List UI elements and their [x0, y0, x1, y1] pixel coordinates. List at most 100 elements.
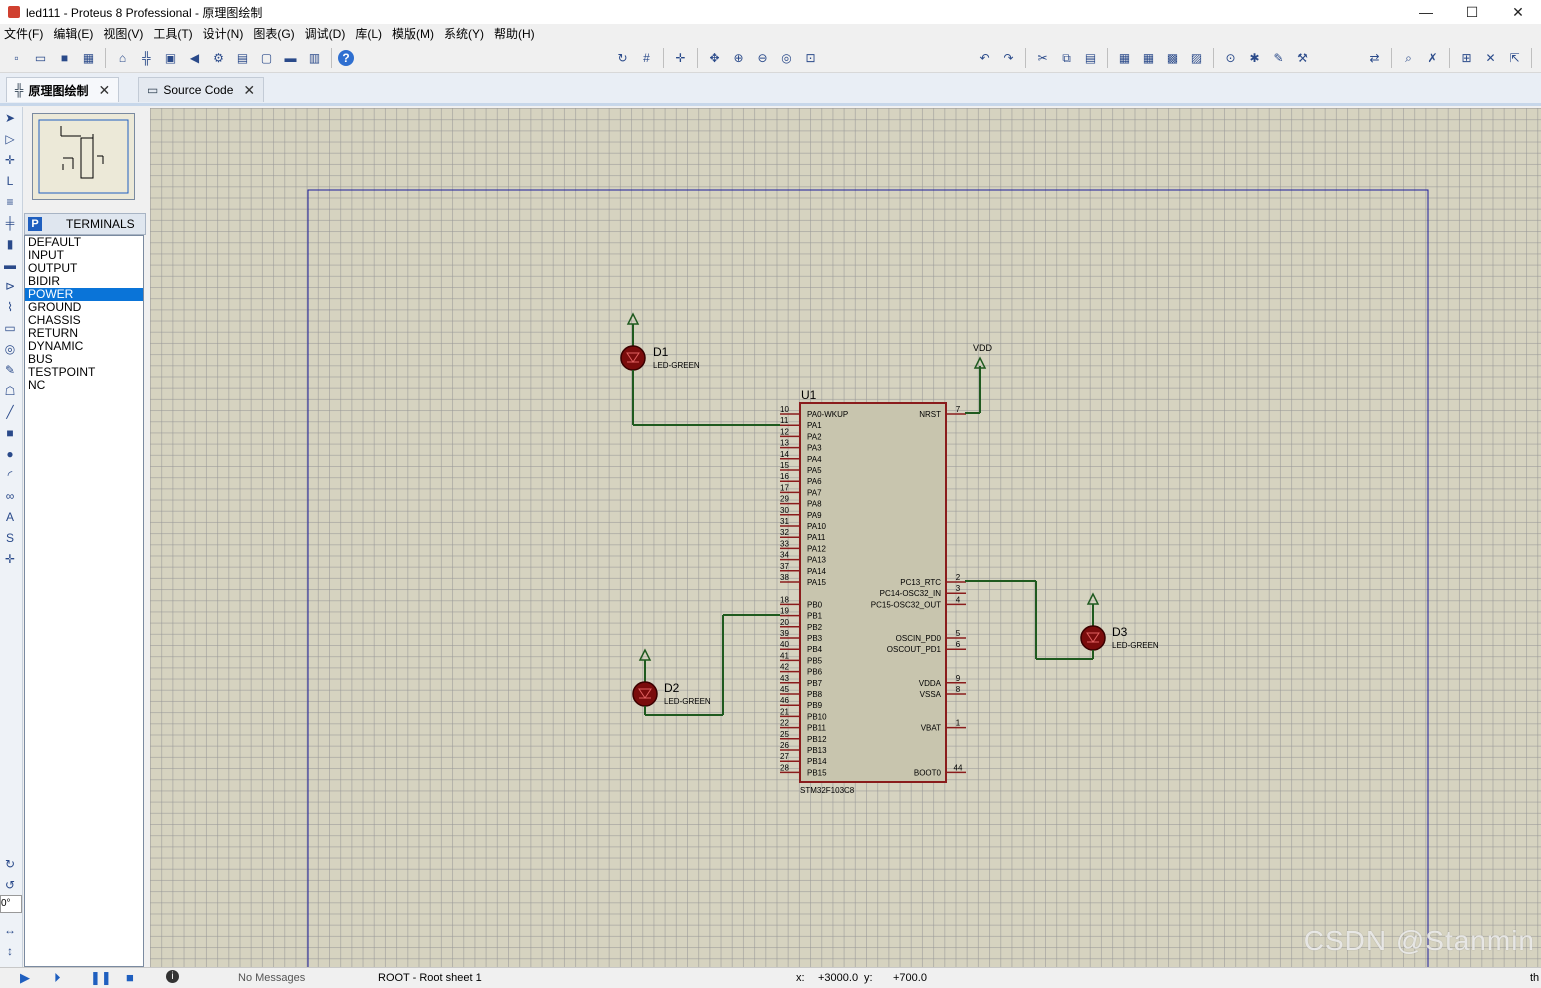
- new-sheet-icon[interactable]: ⊞: [1456, 48, 1477, 69]
- menu-tools[interactable]: 工具(T): [149, 24, 198, 44]
- source-code-icon[interactable]: ▢: [256, 48, 277, 69]
- text-2d-icon[interactable]: A: [0, 507, 20, 527]
- paste-icon[interactable]: ▤: [1080, 48, 1101, 69]
- overview-window[interactable]: [32, 113, 135, 200]
- led-d3[interactable]: D3 LED-GREEN: [965, 580, 1159, 660]
- bom-icon[interactable]: ▤: [232, 48, 253, 69]
- cut-icon[interactable]: ✂: [1032, 48, 1053, 69]
- device-pins-icon[interactable]: ⊳: [0, 276, 20, 296]
- redo-icon[interactable]: ↷: [998, 48, 1019, 69]
- pan-icon[interactable]: ✥: [704, 48, 725, 69]
- block-rotate-icon[interactable]: ▩: [1162, 48, 1183, 69]
- text-script-icon[interactable]: ≡: [0, 192, 20, 212]
- wire-autorouter-icon[interactable]: ⇄: [1364, 48, 1385, 69]
- generator-icon[interactable]: ◎: [0, 339, 20, 359]
- tape-recorder-icon[interactable]: ▭: [0, 318, 20, 338]
- schematic-canvas[interactable]: U1 STM32F103C8 10 PA0-WKUP 11 PA1 12 PA2 13 PA3…: [150, 108, 1541, 967]
- menu-file[interactable]: 文件(F): [0, 24, 49, 44]
- component-mode-icon[interactable]: ▷: [0, 129, 20, 149]
- path-2d-icon[interactable]: ∞: [0, 486, 20, 506]
- package-tool-icon[interactable]: ✎: [1268, 48, 1289, 69]
- zoom-all-icon[interactable]: ◎: [776, 48, 797, 69]
- led-d2[interactable]: D2 LED-GREEN: [632, 614, 780, 716]
- selection-mode-icon[interactable]: ➤: [0, 108, 20, 128]
- pick-device-icon[interactable]: ⊙: [1220, 48, 1241, 69]
- minimize-button[interactable]: —: [1403, 0, 1449, 24]
- step-simulation-icon[interactable]: ⏵: [54, 971, 68, 985]
- circle-2d-icon[interactable]: ●: [0, 444, 20, 464]
- tab-schematic-capture[interactable]: ╬ 原理图绘制 ✕: [6, 77, 120, 102]
- schematic-icon[interactable]: ╬: [136, 48, 157, 69]
- menu-design[interactable]: 设计(N): [199, 24, 250, 44]
- origin-icon[interactable]: ✛: [670, 48, 691, 69]
- search-icon[interactable]: ⌕: [1398, 48, 1419, 69]
- graph-mode-icon[interactable]: ⌇: [0, 297, 20, 317]
- info-icon[interactable]: i: [166, 970, 179, 983]
- subcircuit-icon[interactable]: ▮: [0, 234, 20, 254]
- grid-toggle-icon[interactable]: #: [636, 48, 657, 69]
- menu-debug[interactable]: 调试(D): [301, 24, 352, 44]
- voltage-probe-icon[interactable]: ✎: [0, 360, 20, 380]
- buses-icon[interactable]: ╪: [0, 213, 20, 233]
- vdd-power-terminal[interactable]: VDD: [965, 343, 993, 414]
- virtual-instruments-icon[interactable]: ☖: [0, 381, 20, 401]
- menu-system[interactable]: 系统(Y): [440, 24, 490, 44]
- block-delete-icon[interactable]: ▨: [1186, 48, 1207, 69]
- close-icon[interactable]: ✕: [243, 82, 255, 99]
- tab-source-code[interactable]: ▭ Source Code ✕: [138, 77, 265, 102]
- zoom-area-icon[interactable]: ⊡: [800, 48, 821, 69]
- menu-template[interactable]: 模版(M): [388, 24, 440, 44]
- menu-help[interactable]: 帮助(H): [490, 24, 541, 44]
- junction-dot-icon[interactable]: ✛: [0, 150, 20, 170]
- rotate-clockwise-icon[interactable]: ↻: [0, 854, 20, 874]
- stop-simulation-icon[interactable]: ■: [126, 971, 140, 985]
- copy-icon[interactable]: ⧉: [1056, 48, 1077, 69]
- design-explorer-icon[interactable]: ▬: [280, 48, 301, 69]
- notes-icon[interactable]: ▥: [304, 48, 325, 69]
- stm32-chip[interactable]: U1 STM32F103C8 10PA0-WKUP11PA112PA213PA3…: [780, 388, 966, 795]
- mirror-horizontal-icon[interactable]: ↔: [0, 920, 20, 940]
- menu-edit[interactable]: 编辑(E): [49, 24, 99, 44]
- terminals-mode-icon[interactable]: ▬: [0, 255, 20, 275]
- save-icon[interactable]: ■: [54, 48, 75, 69]
- rotate-anticlockwise-icon[interactable]: ↺: [0, 875, 20, 895]
- zoom-out-icon[interactable]: ⊖: [752, 48, 773, 69]
- rotation-angle-field[interactable]: 0°: [0, 895, 22, 913]
- menu-view[interactable]: 视图(V): [99, 24, 149, 44]
- close-icon[interactable]: ✕: [99, 82, 111, 99]
- marker-2d-icon[interactable]: ✛: [0, 549, 20, 569]
- messages-status[interactable]: No Messages: [238, 972, 305, 984]
- wire-label-icon[interactable]: L: [0, 171, 20, 191]
- help-icon[interactable]: ?: [338, 50, 354, 66]
- zoom-in-icon[interactable]: ⊕: [728, 48, 749, 69]
- 3d-viewer-icon[interactable]: ⚙: [208, 48, 229, 69]
- remove-sheet-icon[interactable]: ✕: [1480, 48, 1501, 69]
- make-device-icon[interactable]: ✱: [1244, 48, 1265, 69]
- terminal-item-nc[interactable]: NC: [25, 379, 143, 392]
- home-icon[interactable]: ⌂: [112, 48, 133, 69]
- menu-graph[interactable]: 图表(G): [249, 24, 300, 44]
- undo-icon[interactable]: ↶: [974, 48, 995, 69]
- gerber-icon[interactable]: ◀: [184, 48, 205, 69]
- property-tool-icon[interactable]: ✗: [1422, 48, 1443, 69]
- new-file-icon[interactable]: ▫: [6, 48, 27, 69]
- pcb-layout-icon[interactable]: ▣: [160, 48, 181, 69]
- arc-2d-icon[interactable]: ◜: [0, 465, 20, 485]
- exit-to-parent-icon[interactable]: ⇱: [1504, 48, 1525, 69]
- pause-simulation-icon[interactable]: ❚❚: [90, 971, 112, 985]
- led-d1[interactable]: D1 LED-GREEN: [620, 312, 780, 426]
- refresh-icon[interactable]: ↻: [612, 48, 633, 69]
- import-icon[interactable]: ▦: [78, 48, 99, 69]
- decompose-icon[interactable]: ⚒: [1292, 48, 1313, 69]
- line-2d-icon[interactable]: ╱: [0, 402, 20, 422]
- maximize-button[interactable]: ☐: [1449, 0, 1495, 24]
- menu-library[interactable]: 库(L): [351, 24, 388, 44]
- pick-button[interactable]: P: [28, 217, 42, 231]
- run-simulation-icon[interactable]: ▶: [20, 971, 34, 985]
- symbol-2d-icon[interactable]: S: [0, 528, 20, 548]
- close-button[interactable]: ✕: [1495, 0, 1541, 24]
- mirror-vertical-icon[interactable]: ↕: [0, 941, 20, 961]
- block-copy-icon[interactable]: ▦: [1114, 48, 1135, 69]
- box-2d-icon[interactable]: ■: [0, 423, 20, 443]
- block-move-icon[interactable]: ▦: [1138, 48, 1159, 69]
